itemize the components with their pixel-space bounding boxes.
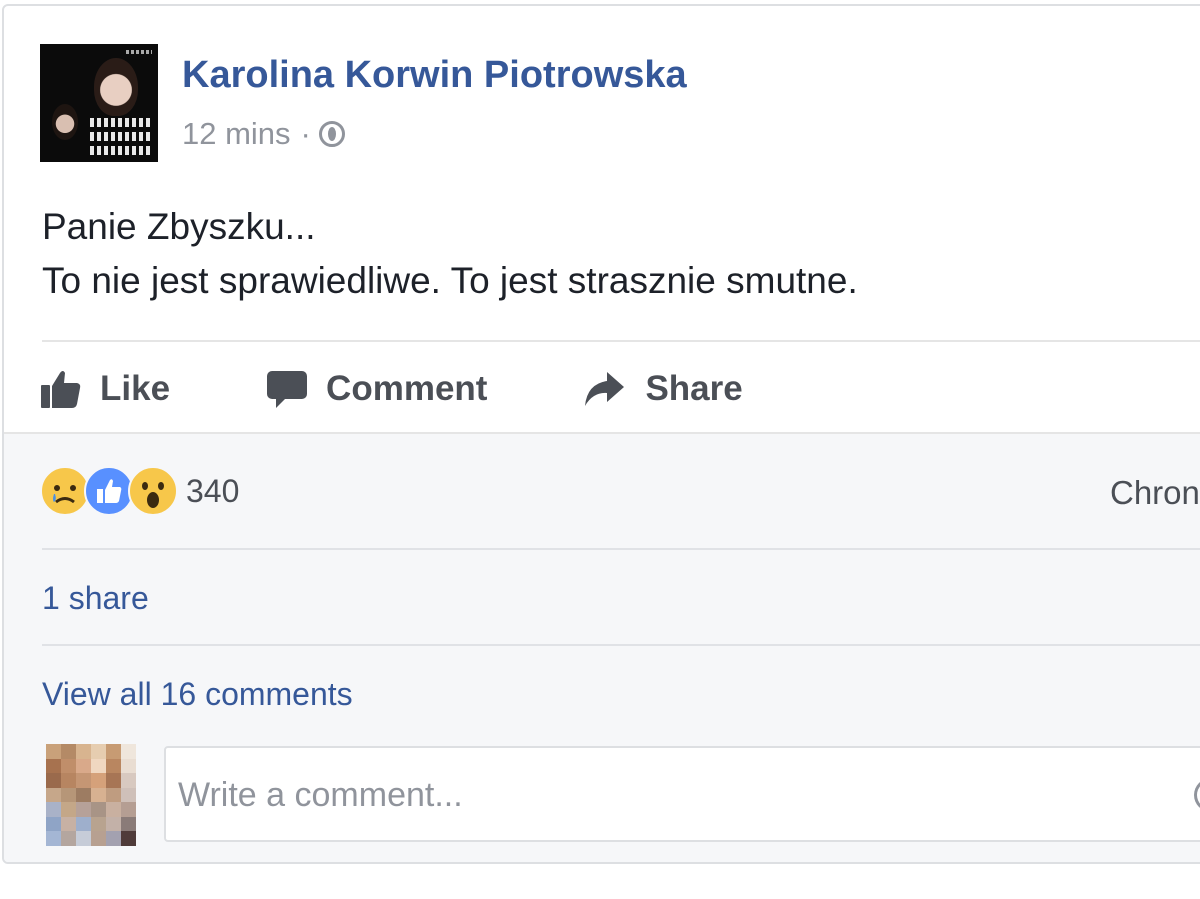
wow-icon	[128, 466, 178, 516]
comment-button[interactable]: Comment	[266, 368, 487, 410]
divider	[42, 340, 1200, 342]
author-name-link[interactable]: Karolina Korwin Piotrowska	[182, 54, 687, 97]
thumbs-up-icon	[41, 371, 81, 408]
post-timestamp[interactable]: 12 mins	[182, 116, 291, 152]
user-avatar[interactable]	[46, 744, 136, 846]
post-footer: 340 Chron 1 share View all 16 comments	[4, 432, 1200, 862]
share-arrow-icon	[585, 372, 625, 406]
comment-input-box[interactable]	[164, 746, 1200, 842]
comment-label: Comment	[326, 369, 488, 408]
divider	[42, 548, 1200, 550]
share-button[interactable]: Share	[583, 369, 743, 409]
reactions-summary[interactable]: 340	[40, 466, 239, 516]
divider	[42, 644, 1200, 646]
shares-link[interactable]: 1 share	[42, 580, 149, 617]
comment-bubble-icon	[267, 371, 308, 408]
post-meta: 12 mins ·	[182, 116, 345, 152]
like-button[interactable]: Like	[40, 369, 170, 409]
camera-icon[interactable]	[1194, 778, 1200, 812]
globe-icon[interactable]	[318, 121, 345, 147]
meta-separator: ·	[300, 116, 311, 151]
view-comments-link[interactable]: View all 16 comments	[42, 676, 353, 713]
post-text: Panie Zbyszku... To nie jest sprawiedliw…	[42, 200, 858, 308]
chronology-sort[interactable]: Chron	[1110, 474, 1200, 512]
comment-field[interactable]	[176, 748, 1180, 842]
author-avatar[interactable]	[40, 44, 158, 162]
share-label: Share	[645, 369, 743, 408]
like-reaction-icon	[84, 466, 134, 516]
sad-icon	[40, 466, 90, 516]
like-label: Like	[100, 369, 171, 408]
post-actions: Like Comment Share	[40, 362, 743, 416]
reaction-count[interactable]: 340	[186, 473, 239, 510]
post-text-line: To nie jest sprawiedliwe. To jest strasz…	[42, 260, 858, 301]
post-text-line: Panie Zbyszku...	[42, 206, 316, 247]
feed-post: Karolina Korwin Piotrowska 12 mins · Pan…	[2, 4, 1200, 864]
